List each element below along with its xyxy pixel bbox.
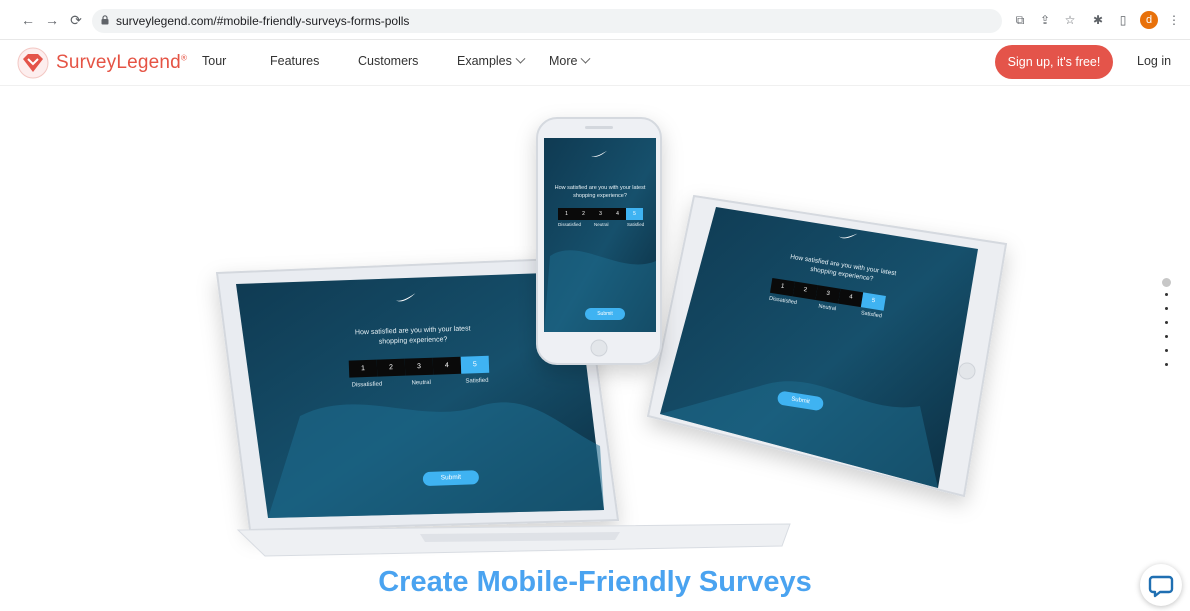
swoosh-logo-icon bbox=[395, 293, 416, 302]
scale-right-label: Satisfied bbox=[627, 222, 645, 227]
submit-button[interactable]: Submit bbox=[422, 470, 480, 487]
scale-left-label: Dissatisfied bbox=[558, 222, 582, 227]
login-link[interactable]: Log in bbox=[1137, 54, 1171, 68]
rating-option[interactable]: 4 bbox=[609, 208, 626, 220]
back-arrow-icon[interactable]: ← bbox=[20, 12, 36, 28]
site-navbar: SurveyLegend® Tour Features Customers Ex… bbox=[0, 40, 1190, 86]
nav-examples[interactable]: Examples bbox=[457, 53, 526, 68]
pager-dot[interactable] bbox=[1165, 293, 1168, 296]
scale-left-label: Dissatisfied bbox=[768, 295, 798, 307]
translate-icon[interactable]: ⧉ bbox=[1012, 12, 1028, 28]
rating-scale: 1 2 3 4 5 bbox=[558, 208, 643, 220]
browser-toolbar: ← → ⟳ surveylegend.com/#mobile-friendly-… bbox=[0, 0, 1190, 40]
nav-tour[interactable]: Tour bbox=[202, 54, 226, 68]
lock-icon bbox=[101, 15, 109, 25]
rating-option[interactable]: 4 bbox=[432, 356, 462, 375]
rating-option[interactable]: 1 bbox=[769, 277, 796, 297]
profile-avatar[interactable]: d bbox=[1140, 11, 1158, 29]
rating-option-selected[interactable]: 5 bbox=[860, 292, 886, 311]
kebab-menu-icon[interactable]: ⋮ bbox=[1166, 12, 1182, 28]
forward-arrow-icon[interactable]: → bbox=[44, 12, 60, 28]
rating-scale: 1 2 3 4 5 bbox=[348, 355, 490, 378]
address-bar[interactable]: surveylegend.com/#mobile-friendly-survey… bbox=[92, 9, 1002, 33]
rating-option-selected[interactable]: 5 bbox=[460, 355, 490, 374]
chat-bubble-icon bbox=[1148, 575, 1174, 598]
rating-option[interactable]: 1 bbox=[558, 208, 575, 220]
laptop-survey: How satisfied are you with your latest s… bbox=[296, 282, 554, 511]
chat-widget-button[interactable] bbox=[1140, 564, 1182, 606]
tablet-survey: How satisfied are you with your latest s… bbox=[726, 213, 938, 458]
swoosh-logo-icon bbox=[591, 150, 607, 157]
pager-dot[interactable] bbox=[1165, 349, 1168, 352]
scale-mid-label: Neutral bbox=[817, 303, 837, 313]
phone-survey: How satisfied are you with your latest s… bbox=[548, 140, 652, 320]
scale-right-label: Satisfied bbox=[860, 310, 883, 320]
scale-right-label: Satisfied bbox=[465, 377, 489, 385]
rating-option[interactable]: 1 bbox=[348, 359, 378, 378]
rating-option[interactable]: 2 bbox=[376, 358, 406, 377]
rating-option[interactable]: 4 bbox=[838, 288, 864, 308]
hero-section: How satisfied are you with your latest s… bbox=[0, 86, 1190, 608]
chevron-down-icon bbox=[581, 53, 591, 64]
section-pager bbox=[1162, 278, 1171, 377]
rating-option[interactable]: 3 bbox=[815, 285, 841, 304]
rating-option-selected[interactable]: 5 bbox=[626, 208, 643, 220]
surveylegend-logo-icon[interactable] bbox=[16, 47, 50, 79]
hero-title: Create Mobile-Friendly Surveys bbox=[378, 566, 812, 598]
swoosh-logo-icon bbox=[838, 233, 858, 239]
survey-question: How satisfied are you with your latest s… bbox=[354, 325, 471, 346]
rating-option[interactable]: 3 bbox=[404, 357, 434, 376]
share-icon[interactable]: ⇪ bbox=[1037, 12, 1053, 28]
signup-button[interactable]: Sign up, it's free! bbox=[995, 45, 1113, 79]
brand-name[interactable]: SurveyLegend® bbox=[56, 52, 187, 74]
rating-option[interactable]: 2 bbox=[792, 281, 818, 300]
pager-dot[interactable] bbox=[1165, 307, 1168, 310]
rating-option[interactable]: 2 bbox=[575, 208, 592, 220]
scale-mid-label: Neutral bbox=[594, 222, 609, 227]
submit-button[interactable]: Submit bbox=[776, 390, 825, 412]
star-icon[interactable]: ☆ bbox=[1062, 12, 1078, 28]
submit-button[interactable]: Submit bbox=[585, 308, 625, 320]
side-panel-icon[interactable]: ▯ bbox=[1115, 12, 1131, 28]
rating-option[interactable]: 3 bbox=[592, 208, 609, 220]
scale-mid-label: Neutral bbox=[411, 379, 431, 387]
nav-customers[interactable]: Customers bbox=[358, 54, 418, 68]
pager-dot[interactable] bbox=[1165, 363, 1168, 366]
survey-question: How satisfied are you with your latest s… bbox=[554, 185, 646, 199]
pager-dot[interactable] bbox=[1165, 321, 1168, 324]
url-text: surveylegend.com/#mobile-friendly-survey… bbox=[116, 14, 410, 28]
scale-left-label: Dissatisfied bbox=[351, 381, 383, 389]
nav-features[interactable]: Features bbox=[270, 54, 319, 68]
pager-dot-active[interactable] bbox=[1162, 278, 1171, 287]
puzzle-icon[interactable]: ✱ bbox=[1090, 12, 1106, 28]
nav-more[interactable]: More bbox=[549, 53, 591, 68]
chevron-down-icon bbox=[515, 53, 526, 64]
pager-dot[interactable] bbox=[1165, 335, 1168, 338]
reload-icon[interactable]: ⟳ bbox=[68, 12, 84, 28]
